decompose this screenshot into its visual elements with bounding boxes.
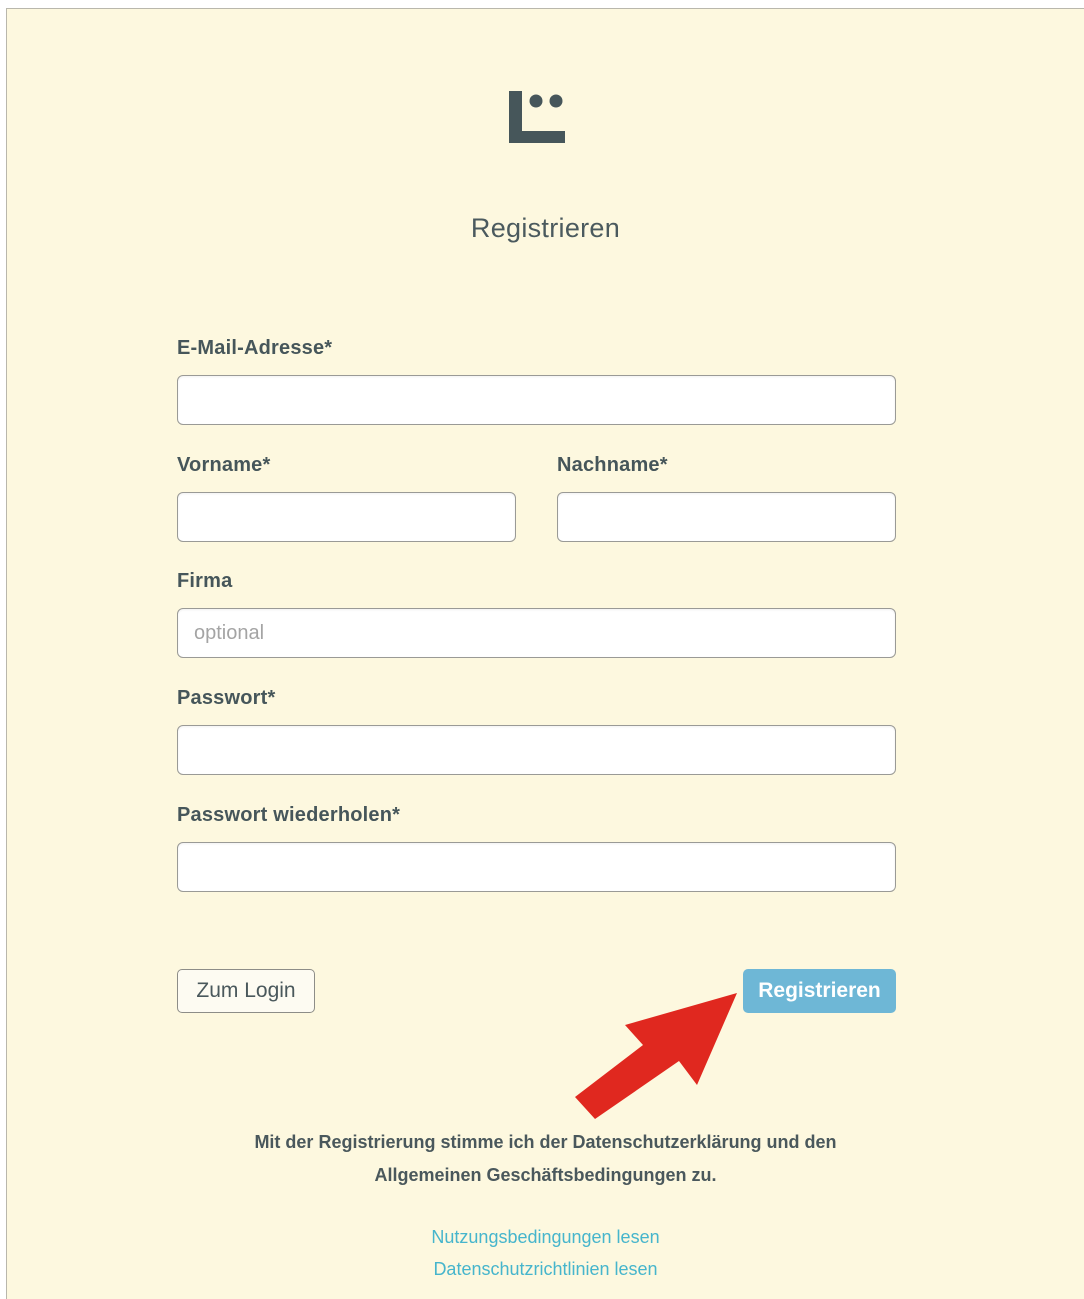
privacy-link[interactable]: Datenschutzrichtlinien lesen [7, 1259, 1084, 1280]
password-field[interactable] [177, 725, 896, 775]
page-title: Registrieren [470, 213, 621, 243]
firstname-label: Vorname* [177, 454, 271, 476]
consent-line-2: Allgemeinen Geschäftsbedingungen zu. [374, 1165, 717, 1185]
terms-link[interactable]: Nutzungsbedingungen lesen [7, 1227, 1084, 1248]
lastname-label: Nachname* [557, 454, 668, 476]
email-field[interactable] [177, 375, 896, 425]
lastname-field[interactable] [557, 492, 896, 542]
consent-line-1: Mit der Registrierung stimme ich der Dat… [254, 1132, 837, 1152]
consent-text: Mit der Registrierung stimme ich der Dat… [7, 1126, 1084, 1192]
password-label: Passwort* [177, 687, 276, 709]
company-label: Firma [177, 570, 233, 592]
register-button[interactable]: Registrieren [743, 969, 896, 1013]
company-field[interactable] [177, 608, 896, 658]
annotation-arrow-icon [575, 993, 737, 1119]
password-repeat-field[interactable] [177, 842, 896, 892]
password-repeat-label: Passwort wiederholen* [177, 804, 401, 826]
firstname-field[interactable] [177, 492, 516, 542]
registration-page: Registrieren E-Mail-Adresse* Vorname* Na… [6, 8, 1084, 1299]
email-label: E-Mail-Adresse* [177, 337, 333, 359]
logo-icon [509, 91, 565, 143]
login-button[interactable]: Zum Login [177, 969, 315, 1013]
